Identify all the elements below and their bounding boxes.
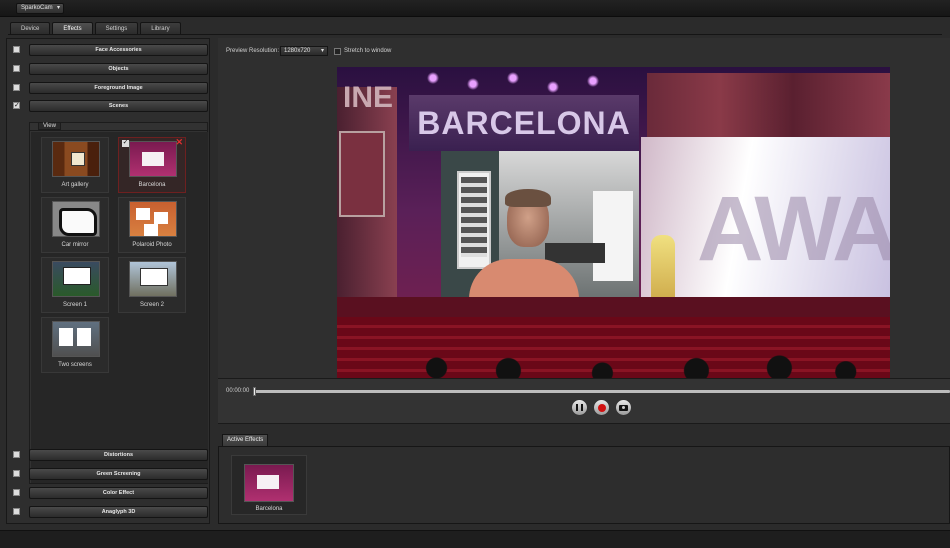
chevron-down-icon: ▾ [56, 5, 60, 11]
tab-effects[interactable]: Effects [52, 22, 93, 34]
person-hair [505, 189, 551, 207]
close-icon[interactable]: ✕ [175, 138, 183, 147]
scene-label: Barcelona [138, 182, 166, 188]
video-text-right: AWA [697, 178, 890, 280]
green-screening-checkbox[interactable] [13, 470, 20, 477]
anaglyph-3d-button[interactable]: Anaglyph 3D [29, 506, 208, 518]
stretch-to-window-label: Stretch to window [344, 48, 392, 54]
scene-art-gallery[interactable]: Art gallery [41, 137, 109, 193]
anaglyph-3d-checkbox[interactable] [13, 508, 20, 515]
accordion-face-accessories: Face Accessories [7, 43, 211, 57]
snapshot-button[interactable] [615, 399, 632, 416]
scene-two-screens[interactable]: Two screens [41, 317, 109, 373]
view-divider [30, 130, 207, 131]
scene-screen-1[interactable]: Screen 1 [41, 257, 109, 313]
scene-screen-2[interactable]: Screen 2 [118, 257, 186, 313]
accordion-objects: Objects [7, 62, 211, 76]
room-door [593, 191, 633, 281]
tab-settings[interactable]: Settings [94, 22, 139, 34]
scene-car-mirror[interactable]: Car mirror [41, 197, 109, 253]
app-menu-label: SparkoCam [21, 5, 53, 11]
timecode: 00:00:00 [226, 388, 250, 394]
screen-1-thumbnail [52, 261, 100, 297]
status-bar [0, 530, 950, 548]
scene-label: Car mirror [61, 242, 89, 248]
objects-checkbox[interactable] [13, 65, 20, 72]
seek-bar[interactable] [253, 387, 950, 396]
barcelona-thumbnail [244, 464, 294, 502]
distortions-button[interactable]: Distortions [29, 449, 208, 461]
active-effects-panel: Barcelona [218, 446, 950, 524]
scene-label: Screen 1 [62, 302, 87, 308]
color-effect-button[interactable]: Color Effect [29, 487, 208, 499]
pause-icon [576, 404, 583, 411]
preview-area: Preview Resolution: 1280x720 ▾ Stretch t… [218, 38, 950, 384]
scenes-view: View Art gallery ✓ ✕ Barcelona Car mirro… [29, 122, 208, 484]
tab-library[interactable]: Library [140, 22, 181, 34]
tab-divider [8, 34, 942, 35]
effects-panel: Face Accessories Objects Foreground Imag… [6, 38, 210, 524]
scene-label: Two screens [58, 362, 92, 368]
stage-floor [337, 297, 890, 317]
active-effect-label: Barcelona [255, 506, 283, 512]
polaroid-thumbnail [129, 201, 177, 237]
face-accessories-checkbox[interactable] [13, 46, 20, 53]
scene-label: Screen 2 [139, 302, 164, 308]
scene-barcelona[interactable]: ✓ ✕ Barcelona [118, 137, 186, 193]
playback-controls: 00:00:00 [218, 378, 950, 424]
accordion-distortions: Distortions [7, 448, 211, 462]
stage-poster [339, 131, 385, 217]
video-text-left: INE [343, 81, 394, 114]
chevron-down-icon: ▾ [320, 48, 324, 54]
bookshelf-books [461, 177, 487, 257]
view-label: View [38, 122, 61, 130]
scene-label: Polaroid Photo [132, 242, 172, 248]
camera-icon [619, 404, 628, 411]
green-screening-button[interactable]: Green Screening [29, 468, 208, 480]
face-accessories-button[interactable]: Face Accessories [29, 44, 208, 56]
main-tabs: Device Effects Settings Library [10, 22, 181, 34]
distortions-checkbox[interactable] [13, 451, 20, 458]
scenes-button[interactable]: Scenes [29, 100, 208, 112]
accordion-green-screening: Green Screening [7, 467, 211, 481]
title-bar: SparkoCam ▾ [0, 0, 950, 17]
seek-handle[interactable] [253, 387, 256, 396]
screen-2-thumbnail [129, 261, 177, 297]
room-desk [545, 243, 605, 263]
barcelona-thumbnail [129, 141, 177, 177]
accordion-anaglyph-3d: Anaglyph 3D [7, 505, 211, 519]
two-screens-thumbnail [52, 321, 100, 357]
preview-resolution-label: Preview Resolution: [226, 48, 280, 54]
video-text-main: BARCELONA [417, 105, 631, 141]
accordion-color-effect: Color Effect [7, 486, 211, 500]
scene-label: Art gallery [61, 182, 89, 188]
record-icon [597, 403, 606, 412]
active-effect-barcelona[interactable]: Barcelona [231, 455, 307, 515]
scene-barcelona-checkbox[interactable]: ✓ [122, 139, 129, 147]
preview-resolution-select[interactable]: 1280x720 ▾ [280, 46, 328, 56]
app-menu-button[interactable]: SparkoCam ▾ [16, 3, 64, 14]
scenes-checkbox[interactable]: ✓ [13, 102, 20, 109]
record-button[interactable] [593, 399, 610, 416]
pause-button[interactable] [571, 399, 588, 416]
active-effects-tab[interactable]: Active Effects [222, 434, 269, 446]
foreground-image-button[interactable]: Foreground Image [29, 82, 208, 94]
car-mirror-thumbnail [52, 201, 100, 237]
foreground-image-checkbox[interactable] [13, 84, 20, 91]
scene-list[interactable]: Art gallery ✓ ✕ Barcelona Car mirror Pol… [31, 132, 208, 483]
audience [337, 353, 890, 378]
preview-resolution-value: 1280x720 [284, 48, 311, 54]
video-preview: INE BARCELONA AWA [337, 67, 890, 378]
objects-button[interactable]: Objects [29, 63, 208, 75]
scene-polaroid-photo[interactable]: Polaroid Photo [118, 197, 186, 253]
accordion-foreground-image: Foreground Image [7, 81, 211, 95]
color-effect-checkbox[interactable] [13, 489, 20, 496]
stretch-to-window-checkbox[interactable] [334, 48, 341, 55]
tab-device[interactable]: Device [10, 22, 51, 34]
accordion-scenes: ✓ Scenes [7, 99, 211, 113]
art-gallery-thumbnail [52, 141, 100, 177]
